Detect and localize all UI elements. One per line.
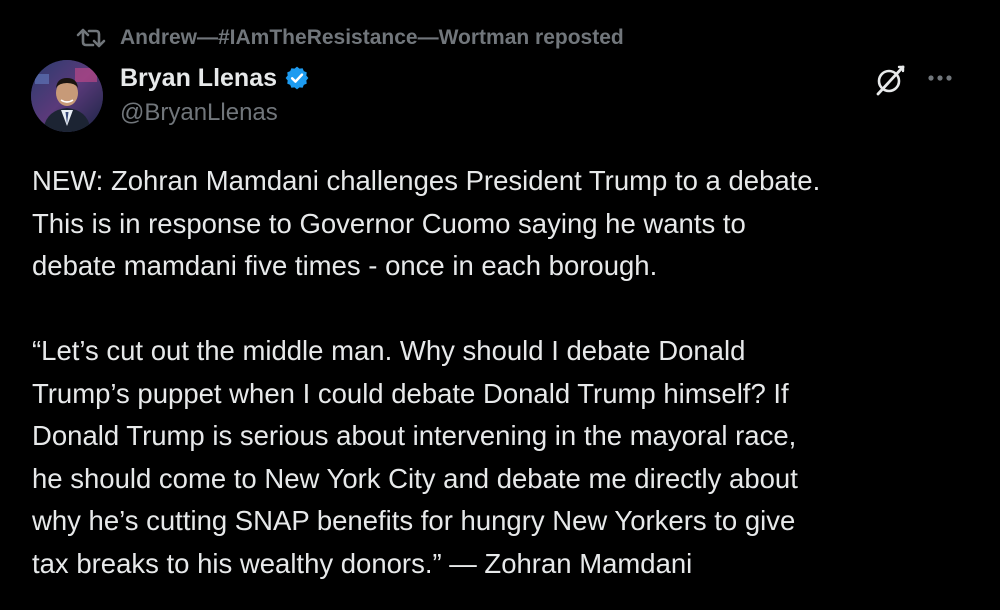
tweet-paragraph: NEW: Zohran Mamdani challenges President…: [32, 160, 972, 288]
tweet-text: NEW: Zohran Mamdani challenges President…: [32, 160, 972, 585]
more-options-icon[interactable]: [922, 64, 958, 92]
tweet-line: tax breaks to his wealthy donors.” — Zoh…: [32, 547, 693, 579]
tweet-line: debate mamdani five times - once in each…: [32, 250, 658, 281]
tweet-line: he should come to New York City and deba…: [32, 462, 798, 494]
author-row[interactable]: Bryan Llenas: [120, 62, 310, 94]
author-display-name[interactable]: Bryan Llenas: [120, 64, 277, 93]
tweet-line: This is in response to Governor Cuomo sa…: [32, 207, 746, 239]
repost-indicator[interactable]: Andrew—#IAmTheResistance—Wortman reposte…: [76, 24, 624, 52]
repost-icon: [76, 26, 106, 50]
tweet-line: Donald Trump is serious about intervenin…: [32, 420, 797, 451]
tweet-quote-paragraph: “Let’s cut out the middle man. Why shoul…: [32, 330, 972, 585]
tweet-line: NEW: Zohran Mamdani challenges President…: [32, 165, 821, 196]
verified-badge-icon[interactable]: [284, 65, 310, 91]
repost-text: Andrew—#IAmTheResistance—Wortman reposte…: [120, 26, 624, 49]
avatar[interactable]: [31, 60, 103, 132]
tweet-line: Trump’s puppet when I could debate Donal…: [32, 377, 789, 409]
grok-icon[interactable]: [872, 62, 908, 98]
tweet-line: “Let’s cut out the middle man. Why shoul…: [32, 335, 746, 366]
avatar-photo: [31, 60, 103, 132]
author-handle[interactable]: @BryanLlenas: [120, 99, 278, 127]
tweet-card[interactable]: Andrew—#IAmTheResistance—Wortman reposte…: [0, 0, 1000, 610]
tweet-line: why he’s cutting SNAP benefits for hungr…: [32, 505, 796, 536]
